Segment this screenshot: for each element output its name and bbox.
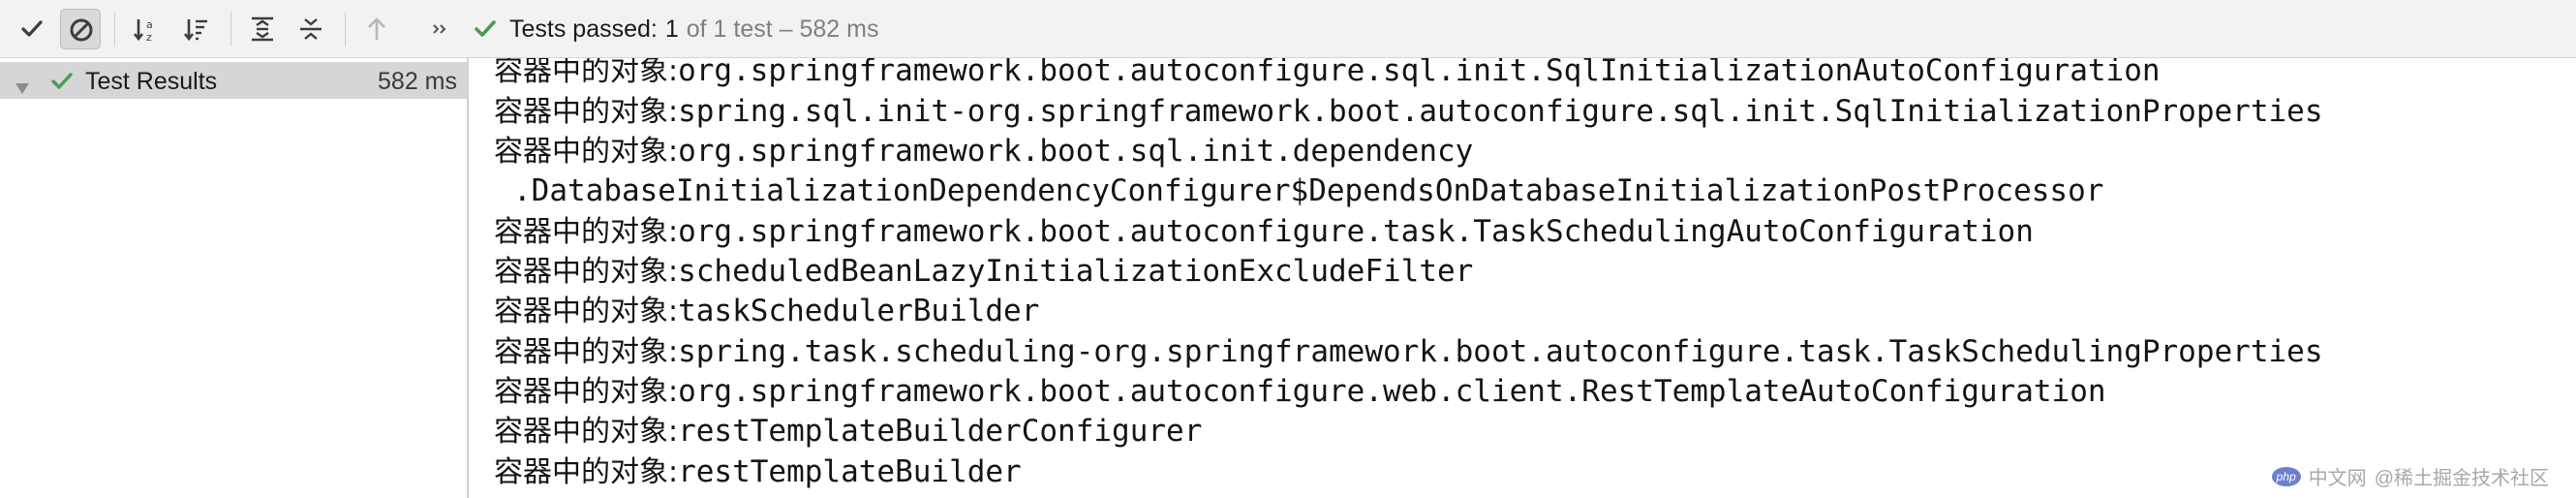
more-actions-button[interactable] — [426, 9, 459, 49]
php-logo: php — [2271, 466, 2301, 486]
sort-duration-icon — [183, 19, 207, 42]
more-icon — [433, 24, 446, 34]
cancel-icon — [70, 18, 93, 42]
pass-check-icon — [50, 70, 74, 100]
expand-all-button[interactable] — [242, 9, 283, 49]
console-line: 容器中的对象:org.springframework.boot.autoconf… — [494, 58, 2161, 88]
watermark-site: 中文网 — [2308, 468, 2367, 489]
console-line: .DatabaseInitializationDependencyConfigu… — [513, 173, 2104, 208]
console-output[interactable]: 容器中的对象:org.springframework.boot.autoconf… — [469, 58, 2576, 498]
toolbar: a z Tests passed: 1 of 1 test – 582 ms — [0, 0, 2576, 58]
tree-item-label: Test Results — [85, 68, 218, 95]
toolbar-separator — [345, 12, 346, 47]
collapse-triangle-icon[interactable] — [15, 74, 30, 102]
console-line: 容器中的对象:taskSchedulerBuilder — [494, 294, 1040, 328]
console-line: 容器中的对象:spring.sql.init-org.springframewo… — [494, 94, 2323, 129]
toolbar-separator — [114, 12, 115, 47]
console-line: 容器中的对象:scheduledBeanLazyInitializationEx… — [494, 254, 1474, 289]
console-line: 容器中的对象:org.springframework.boot.sql.init… — [494, 134, 1474, 169]
console-line: 容器中的对象:org.springframework.boot.autoconf… — [494, 214, 2034, 249]
console-line: 容器中的对象:restTemplateBuilderConfigurer — [494, 414, 1203, 449]
test-status: Tests passed: 1 of 1 test – 582 ms — [473, 0, 878, 58]
status-count: 1 — [664, 15, 679, 43]
collapse-all-icon — [300, 18, 322, 40]
watermark: php 中文网 @稀土掘金技术社区 — [2271, 462, 2549, 490]
pass-check-icon — [473, 16, 498, 42]
check-icon — [21, 20, 43, 37]
sort-by-duration-button[interactable] — [176, 9, 217, 49]
show-ignored-button[interactable] — [60, 9, 101, 49]
console-line: 容器中的对象:org.springframework.boot.autoconf… — [494, 374, 2106, 409]
tree-item-test-results[interactable]: Test Results 582 ms — [0, 62, 467, 99]
previous-failed-button[interactable] — [356, 9, 397, 49]
sort-alpha-icon: a z — [133, 18, 153, 43]
svg-text:z: z — [146, 31, 152, 43]
test-runner-window: a z Tests passed: 1 of 1 test – 582 ms T… — [0, 0, 2576, 498]
toolbar-separator — [230, 12, 231, 47]
status-label: Tests passed: — [509, 15, 658, 43]
tree-item-duration: 582 ms — [378, 68, 457, 95]
watermark-text: @稀土掘金技术社区 — [2374, 468, 2549, 489]
collapse-all-button[interactable] — [291, 9, 331, 49]
svg-text:a: a — [146, 18, 153, 31]
console-line: 容器中的对象:restTemplateBuilder — [494, 454, 1022, 489]
test-tree: Test Results 582 ms — [0, 58, 467, 498]
show-passed-button[interactable] — [12, 9, 52, 49]
up-arrow-icon — [368, 17, 385, 40]
console-line: 容器中的对象:spring.task.scheduling-org.spring… — [494, 334, 2323, 369]
expand-all-icon — [252, 16, 273, 42]
status-detail: of 1 test – 582 ms — [686, 15, 879, 43]
sort-alphabetically-button[interactable]: a z — [126, 9, 167, 49]
